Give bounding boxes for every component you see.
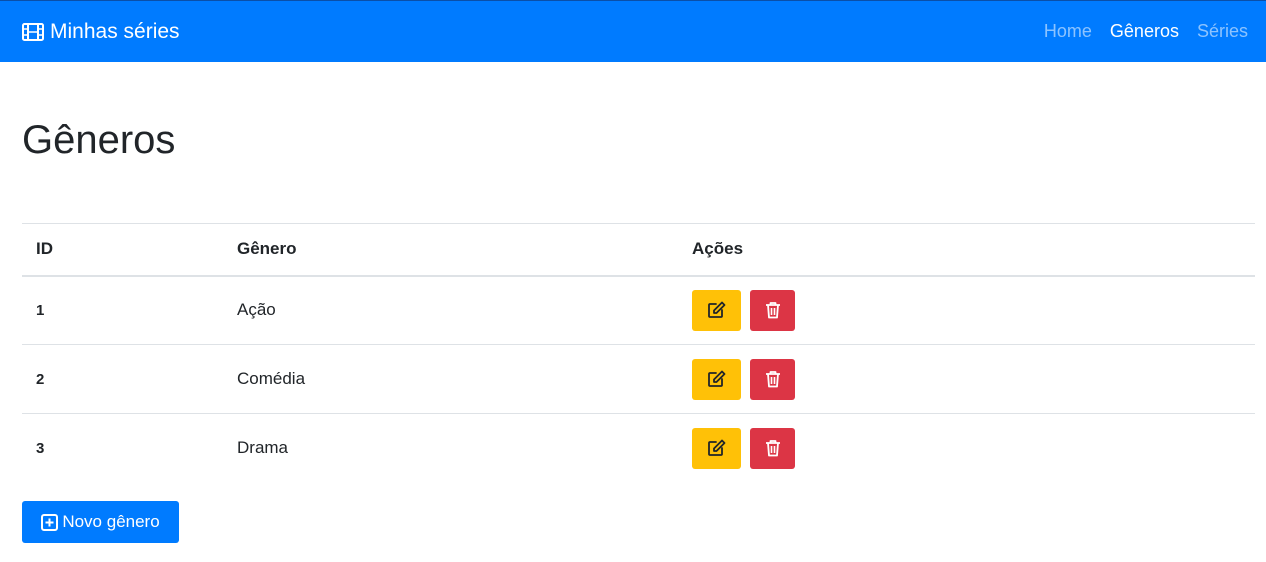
table-row: 3 Drama [22,413,1255,483]
edit-button[interactable] [692,427,741,469]
nav-link-series[interactable]: Séries [1197,21,1248,42]
trash-icon [765,371,780,388]
brand[interactable]: Minhas séries [22,20,180,44]
edit-icon [707,370,725,387]
row-actions [678,344,1255,414]
row-name: Drama [223,413,678,483]
new-genre-button[interactable]: Novo gênero [22,501,179,543]
genres-table: ID Gênero Ações 1 Ação 2 Comédia 3 Drama [22,223,1255,483]
nav-links: Home Gêneros Séries [1026,21,1248,42]
trash-icon [765,302,780,319]
row-id: 1 [36,301,45,319]
edit-button[interactable] [692,358,741,400]
film-icon [22,22,44,41]
table-row: 1 Ação [22,276,1255,345]
trash-icon [765,440,780,457]
row-name: Comédia [223,344,678,414]
edit-icon [707,301,725,319]
header-id: ID [22,223,223,277]
header-actions: Ações [678,223,1255,277]
nav-link-generos[interactable]: Gêneros [1110,21,1179,42]
row-id: 3 [22,413,223,483]
edit-icon [707,439,725,457]
page-title: Gêneros [22,118,176,162]
plus-square-icon [41,513,59,531]
delete-button[interactable] [750,289,795,331]
navbar: Minhas séries Home Gêneros Séries [0,0,1266,62]
table-row: 2 Comédia [22,344,1255,414]
new-genre-label: Novo gênero [62,512,160,531]
row-id: 2 [22,344,223,414]
row-name: Ação [237,300,276,320]
brand-label: Minhas séries [50,19,180,43]
header-name: Gênero [223,223,678,277]
delete-button[interactable] [750,427,795,469]
delete-button[interactable] [750,358,795,400]
row-actions [678,413,1255,483]
edit-button[interactable] [692,289,741,331]
row-actions [678,276,1255,345]
nav-link-home[interactable]: Home [1044,21,1092,42]
table-header-row: ID Gênero Ações [22,223,1255,277]
